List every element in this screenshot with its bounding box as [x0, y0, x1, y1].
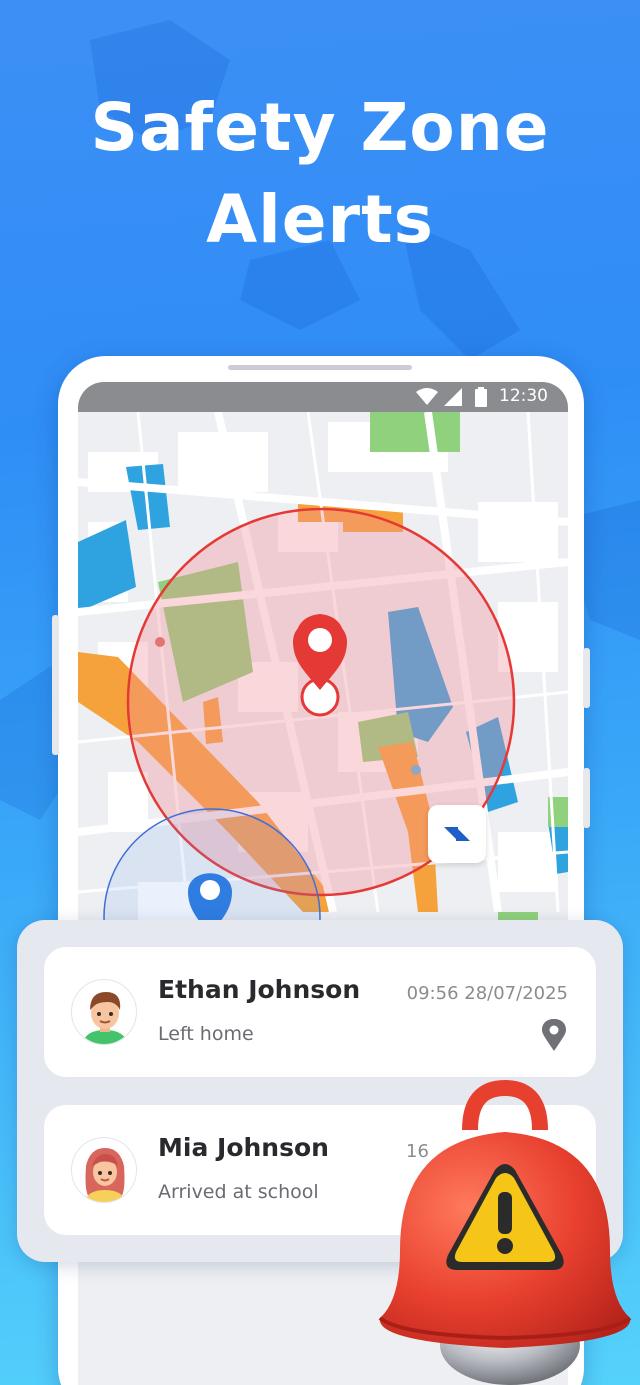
battery-icon — [475, 387, 487, 407]
status-bar: 12:30 — [78, 382, 568, 412]
headline: Safety Zone Alerts — [0, 82, 640, 266]
avatar-girl — [71, 1137, 137, 1203]
headline-line-2: Alerts — [206, 181, 434, 258]
phone-side-button-right-top — [583, 648, 590, 708]
poi-marker — [155, 637, 165, 647]
poi-marker — [411, 765, 421, 775]
headline-line-1: Safety Zone — [90, 89, 550, 166]
location-pin-icon[interactable] — [542, 1019, 566, 1051]
phone-side-button-left — [52, 615, 59, 755]
signal-icon — [444, 388, 462, 406]
child-location-marker[interactable] — [293, 614, 347, 717]
phone-side-button-right — [583, 768, 590, 828]
alert-bell-icon — [378, 1080, 632, 1385]
alert-name: Mia Johnson — [158, 1133, 329, 1162]
alert-status: Left home — [158, 1023, 254, 1045]
phone-speaker — [228, 365, 412, 370]
alert-name: Ethan Johnson — [158, 975, 361, 1004]
alert-time: 09:56 28/07/2025 — [406, 983, 568, 1004]
avatar-boy — [71, 979, 137, 1045]
wifi-icon — [416, 388, 438, 405]
alert-status: Arrived at school — [158, 1181, 319, 1203]
status-time: 12:30 — [499, 386, 548, 406]
arrows-diagonal-icon — [444, 827, 470, 841]
alert-card[interactable]: Ethan Johnson Left home 09:56 28/07/2025 — [44, 947, 596, 1077]
map-transfer-button[interactable] — [428, 805, 486, 863]
